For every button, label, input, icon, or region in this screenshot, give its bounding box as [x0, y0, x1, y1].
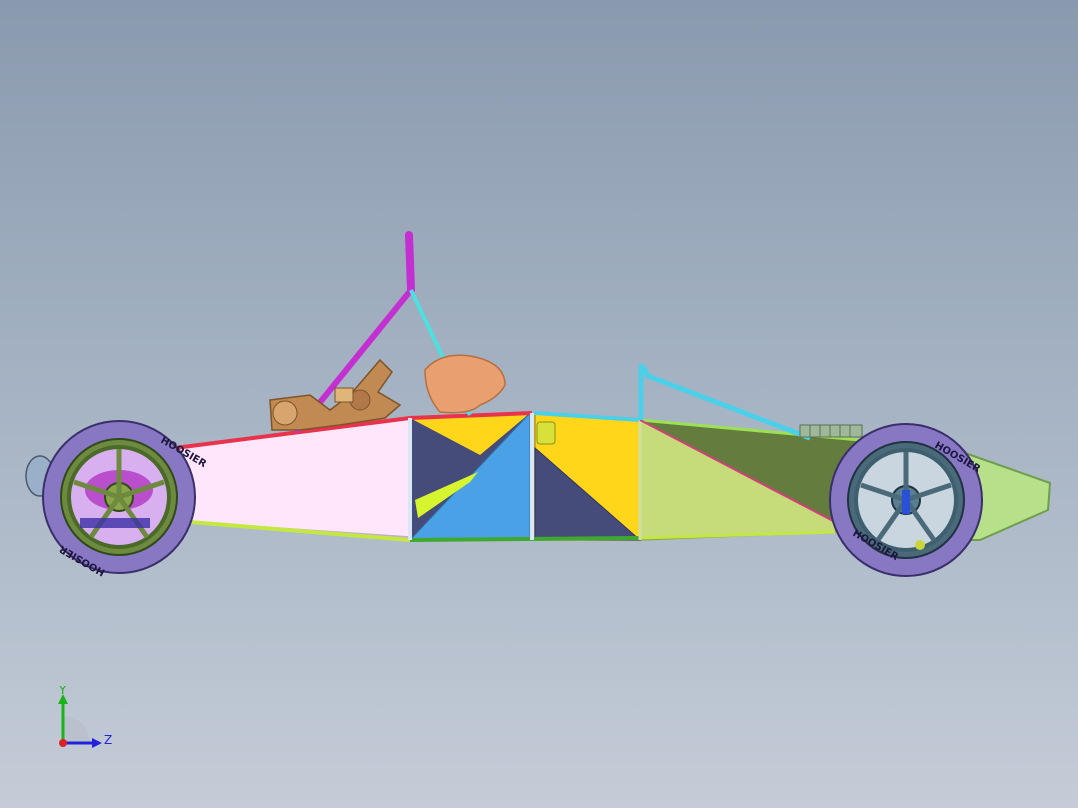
triad-y-label: Y	[58, 686, 67, 697]
formula-car-model[interactable]: HOOSIER HOOSIER HOOSIER HOOSIER	[0, 0, 1078, 808]
triad-z-label: Z	[104, 733, 112, 747]
triad-x-axis	[59, 739, 67, 747]
triad-quarter-disc	[63, 716, 90, 743]
front-wheel	[829, 423, 983, 577]
rear-pink-panel	[174, 417, 411, 538]
main-hoop-top	[405, 231, 415, 294]
bottom-rail-green	[409, 536, 641, 542]
view-orientation-triad: Y Z	[58, 686, 112, 748]
front-suspension	[799, 424, 863, 438]
steering-box	[536, 421, 556, 445]
engine-assembly	[269, 358, 402, 431]
seat	[424, 354, 506, 414]
graphics-viewport[interactable]: HOOSIER HOOSIER HOOSIER HOOSIER Y Z	[0, 0, 1078, 808]
triad-z-arrow	[92, 738, 102, 748]
